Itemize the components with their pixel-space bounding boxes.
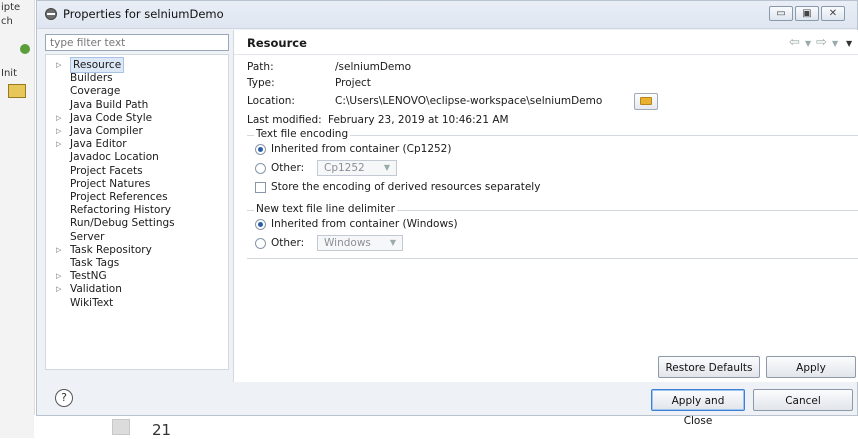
minimize-button[interactable]: ▭ xyxy=(769,6,793,21)
tree-item-label: Java Editor xyxy=(70,138,127,151)
page-title: Resource xyxy=(247,36,307,50)
delimiter-inherited-radio[interactable] xyxy=(255,219,266,230)
modified-value: February 23, 2019 at 10:46:21 AM xyxy=(328,114,509,126)
forward-menu-icon[interactable]: ▼ xyxy=(832,39,838,48)
encoding-inherited-label: Inherited from container (Cp1252) xyxy=(271,143,452,155)
window-title: Properties for selniumDemo xyxy=(63,7,224,21)
tree-item-label: Project References xyxy=(70,191,168,203)
background-workbench-strip: ipte ch Init xyxy=(0,0,35,438)
encoding-other-radio[interactable] xyxy=(255,163,266,174)
eclipse-icon xyxy=(45,8,57,20)
expand-arrow-icon[interactable]: ▷ xyxy=(56,137,61,151)
background-text: Init xyxy=(1,68,17,79)
chevron-down-icon: ▼ xyxy=(383,163,390,172)
properties-dialog: Properties for selniumDemo ▭ ▣ ✕ ▷Resour… xyxy=(36,0,858,427)
type-value: Project xyxy=(335,77,371,89)
tree-item-label: WikiText xyxy=(70,296,114,309)
encoding-select[interactable]: Cp1252 ▼ xyxy=(317,160,397,176)
expand-arrow-icon[interactable]: ▷ xyxy=(56,243,61,257)
delimiter-select-value: Windows xyxy=(324,237,371,249)
tree-item-label: Task Tags xyxy=(70,257,120,269)
filter-input[interactable] xyxy=(45,34,229,51)
folder-icon xyxy=(640,97,652,105)
help-icon[interactable]: ? xyxy=(55,389,73,407)
expand-arrow-icon[interactable]: ▷ xyxy=(56,111,61,125)
delimiter-select[interactable]: Windows ▼ xyxy=(317,235,403,251)
type-label: Type: xyxy=(247,77,275,89)
expand-arrow-icon[interactable]: ▷ xyxy=(56,282,61,296)
delimiter-other-radio[interactable] xyxy=(255,238,266,249)
store-encoding-label: Store the encoding of derived resources … xyxy=(271,181,541,193)
view-menu-icon[interactable]: ▼ xyxy=(846,39,852,48)
apply-and-close-button[interactable]: Apply and Close xyxy=(651,389,745,427)
tree-item-label: Javadoc Location xyxy=(70,151,159,164)
encoding-inherited-radio[interactable] xyxy=(255,144,266,155)
expand-arrow-icon[interactable]: ▷ xyxy=(56,124,61,138)
page-header: Resource ⇦ ▼ ⇨ ▼ ▼ xyxy=(234,30,858,55)
run-icon xyxy=(20,44,30,54)
path-label: Path: xyxy=(247,61,274,73)
title-bar[interactable]: Properties for selniumDemo ▭ ▣ ✕ xyxy=(37,1,857,29)
tree-item-label: Builders xyxy=(70,72,113,85)
cancel-button[interactable]: Cancel xyxy=(753,389,853,411)
chevron-down-icon: ▼ xyxy=(389,238,396,247)
forward-arrow-icon[interactable]: ⇨ xyxy=(816,35,827,50)
line-number: 21 xyxy=(152,421,172,439)
tree-item-label: Java Compiler xyxy=(70,125,143,137)
delimiter-inherited-label: Inherited from container (Windows) xyxy=(271,218,458,230)
modified-label: Last modified: xyxy=(247,114,322,126)
maximize-button[interactable]: ▣ xyxy=(795,6,819,21)
tree-item-label: Run/Debug Settings xyxy=(70,217,175,230)
open-location-button[interactable] xyxy=(634,93,658,110)
expand-arrow-icon[interactable]: ▷ xyxy=(56,58,61,72)
expand-arrow-icon[interactable]: ▷ xyxy=(56,269,61,283)
encoding-group-title: Text file encoding xyxy=(254,128,351,140)
tree-item-label: Java Code Style xyxy=(70,111,153,124)
group-border xyxy=(247,258,858,259)
encoding-select-value: Cp1252 xyxy=(324,162,365,174)
tree-item-label: Project Facets xyxy=(70,164,143,177)
property-page: Resource ⇦ ▼ ⇨ ▼ ▼ Path: /selniumDemo Ty… xyxy=(233,30,858,382)
delimiter-group-title: New text file line delimiter xyxy=(254,203,397,215)
path-value: /selniumDemo xyxy=(335,61,412,73)
background-text: ipte xyxy=(1,2,21,13)
store-encoding-checkbox[interactable] xyxy=(255,182,266,193)
location-value: C:\Users\LENOVO\eclipse-workspace\selniu… xyxy=(335,95,603,107)
tree-item-label: Server xyxy=(70,230,105,243)
restore-defaults-button[interactable]: Restore Defaults xyxy=(658,356,760,378)
back-menu-icon[interactable]: ▼ xyxy=(805,39,811,48)
tree-item-label: Refactoring History xyxy=(70,204,171,217)
editor-marker-icon xyxy=(112,419,130,435)
tree-item-label: TestNG xyxy=(70,270,107,283)
close-button[interactable]: ✕ xyxy=(821,6,845,21)
encoding-other-label: Other: xyxy=(271,162,305,174)
package-icon xyxy=(8,84,26,98)
background-text: ch xyxy=(1,16,13,27)
property-page-tree: ▷ Resource Builders Coverage Java Build Path… xyxy=(45,54,229,370)
back-arrow-icon[interactable]: ⇦ xyxy=(789,35,800,50)
tree-item-label: Validation xyxy=(70,283,122,296)
background-editor-strip: 21 xyxy=(34,415,858,439)
tree-item-label: Project Natures xyxy=(70,177,151,190)
apply-button[interactable]: Apply xyxy=(766,356,856,378)
tree-item-label: Coverage xyxy=(70,85,121,98)
tree-item-label: Java Build Path xyxy=(70,98,149,111)
delimiter-other-label: Other: xyxy=(271,237,305,249)
tree-item-label: Task Repository xyxy=(70,243,152,256)
location-label: Location: xyxy=(247,95,295,107)
